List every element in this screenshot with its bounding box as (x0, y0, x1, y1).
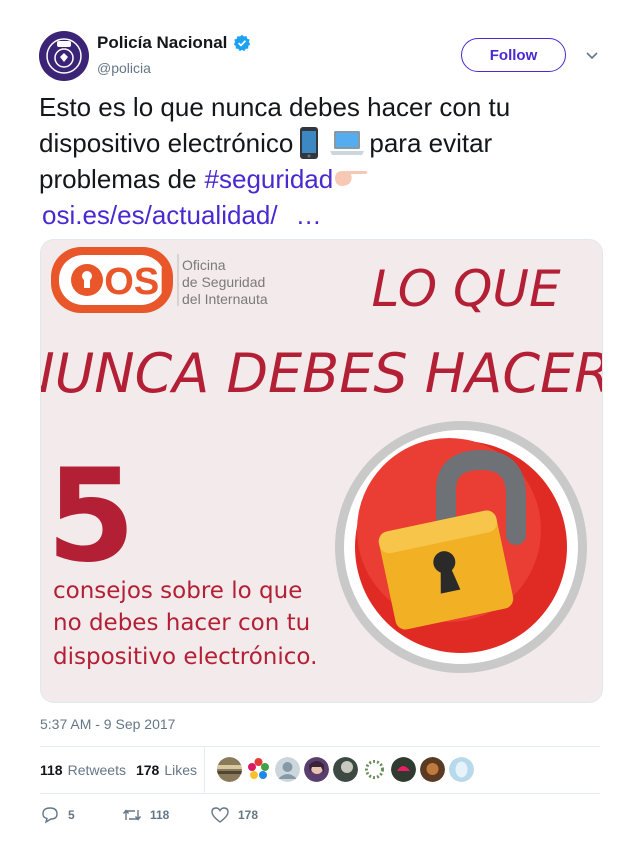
tweet-line-2: dispositivo electrónico para evitar (39, 125, 599, 161)
author-avatar[interactable] (39, 31, 89, 81)
reply-icon (42, 807, 58, 824)
reply-count: 5 (68, 808, 75, 822)
follow-button[interactable]: Follow (461, 38, 566, 72)
big-number: 5 (46, 442, 135, 591)
police-badge-icon (46, 38, 82, 74)
retweets-label: Retweets (67, 762, 126, 778)
tweet-line-3: problemas de #seguridad (39, 161, 599, 197)
tweet-text-line1: Esto es lo que nunca debes hacer con tu (39, 92, 511, 122)
liker-avatars (217, 757, 474, 782)
osi-logo-text: OSI (104, 261, 169, 303)
liker-avatar[interactable] (217, 757, 242, 782)
laptop-emoji-icon (330, 131, 365, 155)
liker-avatar[interactable] (304, 757, 329, 782)
tweet-text-line3a: problemas de (39, 164, 197, 194)
divider-top (40, 746, 600, 747)
author-name[interactable]: Policía Nacional (97, 33, 227, 53)
org-line-2: de Seguridad (182, 274, 265, 290)
chevron-down-icon[interactable] (585, 48, 599, 62)
tweet-actions: 5 118 178 (40, 805, 258, 825)
liker-avatar[interactable] (333, 757, 358, 782)
retweet-icon (122, 809, 142, 821)
org-line-3: del Internauta (182, 291, 268, 307)
author-handle[interactable]: @policia (97, 60, 251, 76)
subtitle-line-1: consejos sobre lo que (53, 578, 302, 604)
liker-avatar[interactable] (275, 757, 300, 782)
liker-avatar[interactable] (420, 757, 445, 782)
retweets-count: 118 (40, 762, 63, 778)
stats-separator (204, 747, 205, 793)
liker-avatar[interactable] (246, 757, 271, 782)
tweet-text-line2b: para evitar (369, 128, 493, 158)
tweet-image[interactable]: OSI Oficina de Seguridad del Internauta … (40, 239, 603, 703)
divider-bottom (40, 793, 600, 794)
tweet-line-4: osi.es/es/actualidad/ … (39, 197, 599, 233)
author-block: Policía Nacional @policia (97, 33, 251, 76)
like-action[interactable]: 178 (210, 805, 258, 825)
likes-stat[interactable]: 178 Likes (136, 762, 197, 778)
phone-emoji-icon (300, 127, 319, 159)
likes-count: 178 (135, 762, 160, 778)
osi-logo: OSI (51, 247, 173, 313)
pointing-hand-emoji-icon (335, 171, 368, 186)
liker-avatar[interactable] (362, 757, 387, 782)
retweets-stat[interactable]: 118 Retweets (40, 762, 126, 778)
tweet-timestamp[interactable]: 5:37 AM - 9 Sep 2017 (40, 716, 175, 732)
tweet-text: Esto es lo que nunca debes hacer con tu … (39, 89, 599, 233)
url-link[interactable]: osi.es/es/actualidad/ (42, 197, 278, 233)
hashtag-link[interactable]: #seguridad (205, 161, 334, 197)
author-name-row[interactable]: Policía Nacional (97, 33, 251, 53)
retweet-action[interactable]: 118 (122, 805, 210, 825)
retweet-count: 118 (150, 808, 170, 822)
like-count: 178 (238, 808, 259, 822)
url-ellipsis[interactable]: … (296, 197, 322, 233)
likes-label: Likes (164, 762, 197, 778)
verified-icon (234, 34, 251, 52)
subtitle-line-2: no debes hacer con tu (53, 610, 310, 636)
liker-avatar[interactable] (449, 757, 474, 782)
headline-line-1: LO QUE (371, 260, 561, 318)
liker-avatar[interactable] (391, 757, 416, 782)
tweet-line-1: Esto es lo que nunca debes hacer con tu (39, 89, 599, 125)
like-icon (211, 807, 229, 823)
tweet-stats: 118 Retweets 178 Likes (40, 762, 197, 778)
osi-infographic: OSI Oficina de Seguridad del Internauta … (41, 240, 602, 702)
org-line-1: Oficina (182, 257, 226, 273)
subtitle-line-3: dispositivo electrónico. (53, 644, 317, 670)
headline-line-2: NUNCA DEBES HACER (41, 342, 602, 405)
reply-action[interactable]: 5 (40, 805, 122, 825)
padlock-icon (335, 421, 587, 673)
tweet-text-line2a: dispositivo electrónico (39, 128, 294, 158)
